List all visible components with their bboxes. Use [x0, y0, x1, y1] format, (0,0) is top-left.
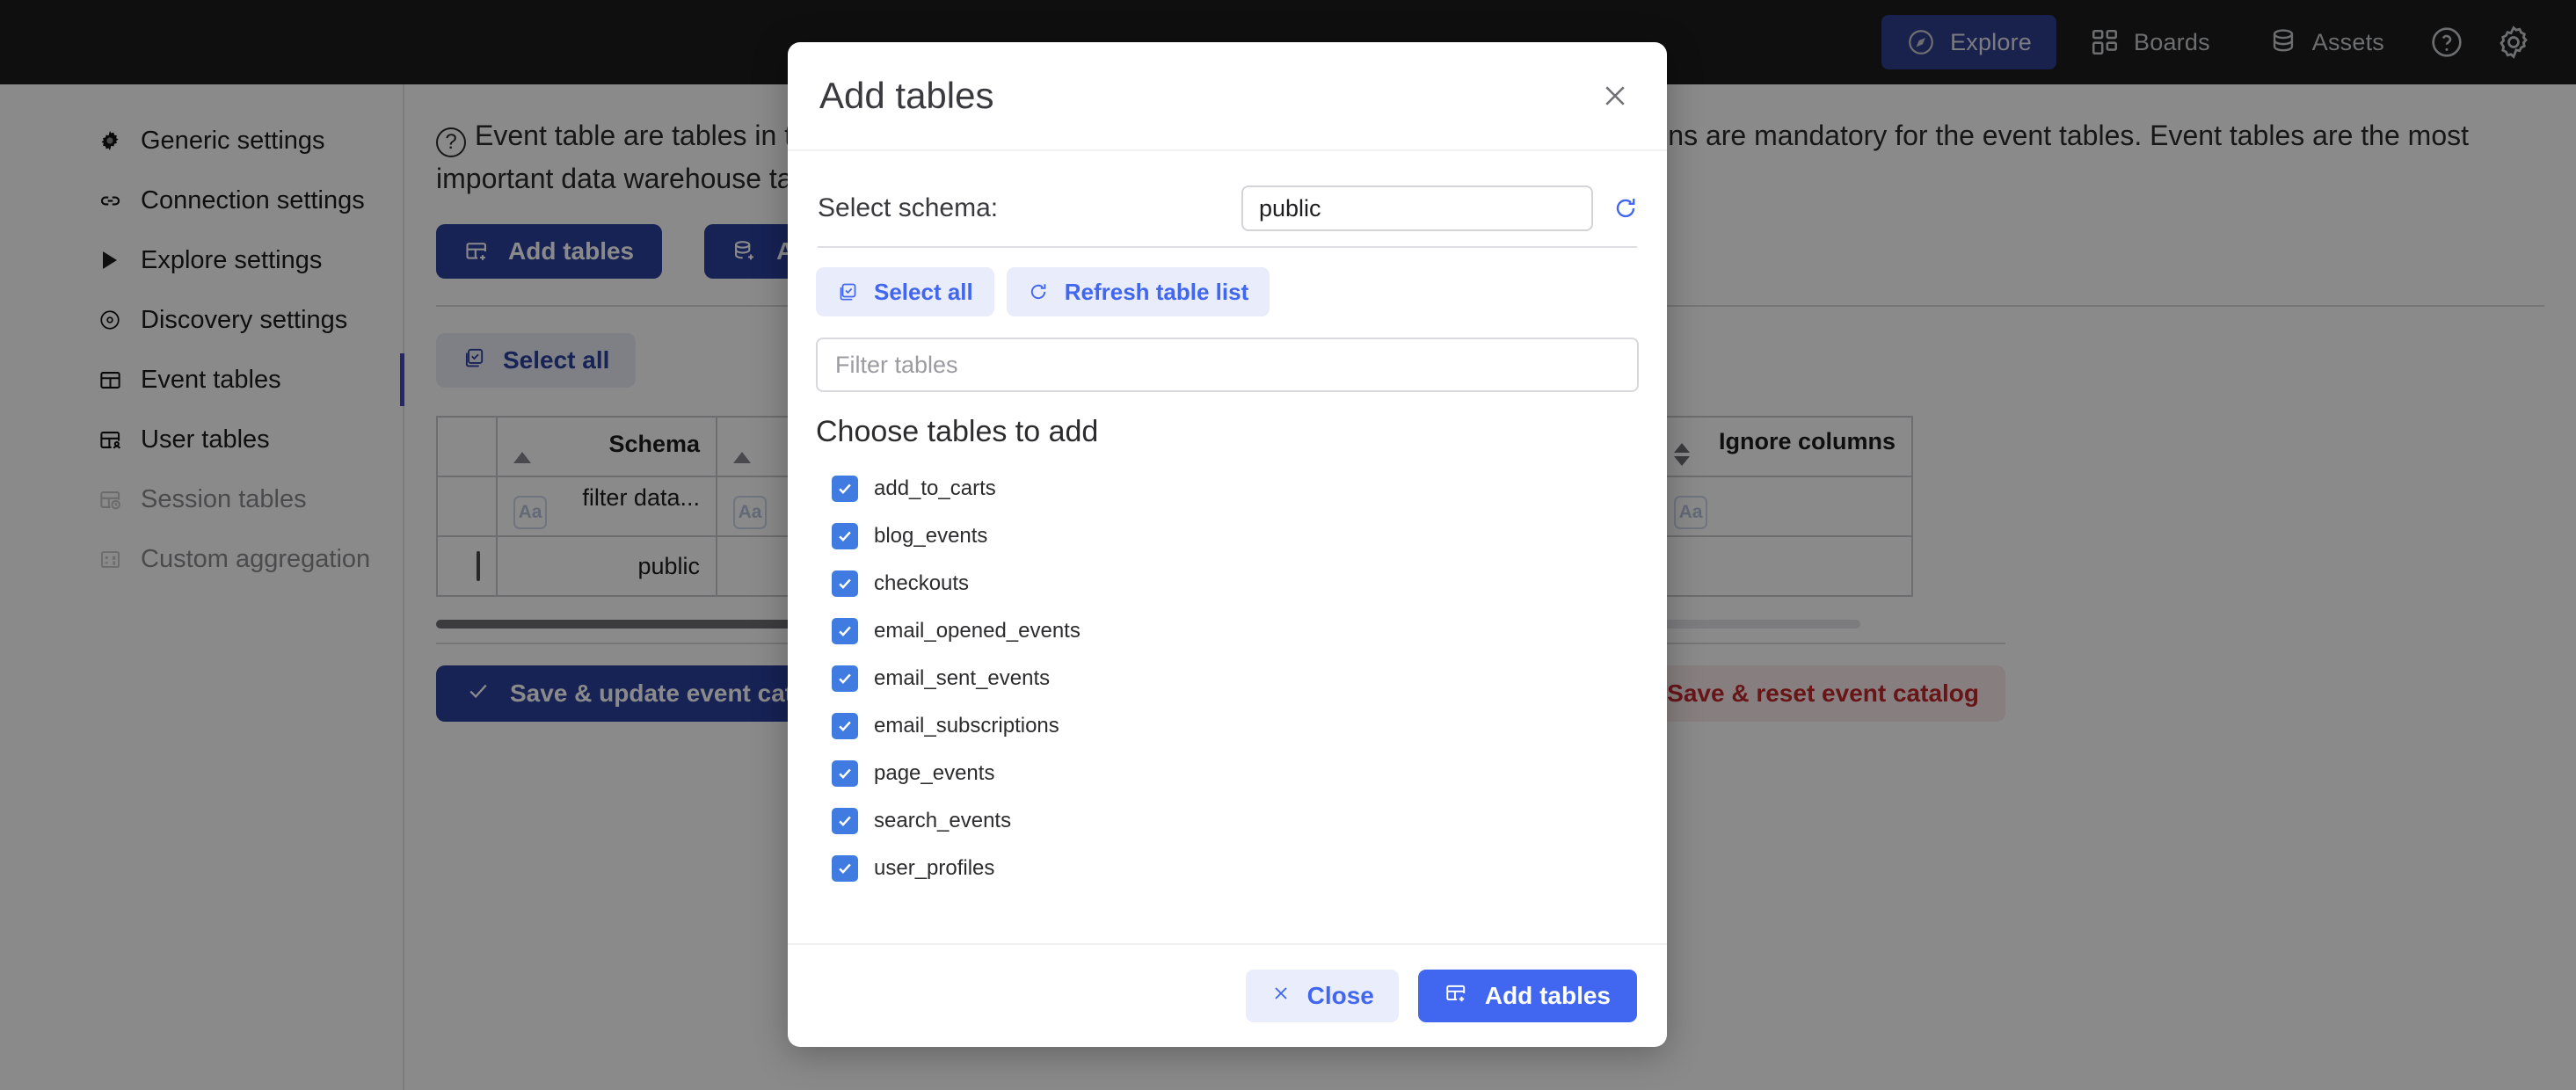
list-item[interactable]: blog_events: [832, 512, 1639, 560]
table-checkbox[interactable]: [832, 713, 858, 739]
refresh-table-list-button[interactable]: Refresh table list: [1006, 267, 1270, 316]
close-icon: [1270, 982, 1292, 1010]
table-plus-icon: [1444, 982, 1467, 1011]
list-item-label: email_sent_events: [874, 666, 1051, 690]
dialog-title: Add tables: [819, 75, 994, 116]
close-button-label: Close: [1306, 982, 1374, 1009]
list-item-label: checkouts: [874, 571, 970, 595]
close-icon[interactable]: [1595, 76, 1635, 116]
table-checkbox[interactable]: [832, 808, 858, 834]
schema-label: Select schema:: [818, 193, 999, 222]
schema-selector-row: Select schema:: [816, 176, 1639, 241]
dialog-select-all-button[interactable]: Select all: [816, 267, 994, 316]
refresh-schema-icon[interactable]: [1612, 195, 1639, 222]
schema-input[interactable]: [1241, 185, 1593, 231]
select-all-icon: [837, 281, 858, 302]
dialog-divider: [818, 246, 1637, 248]
list-item[interactable]: add_to_carts: [832, 465, 1639, 512]
dialog-button-row: Select all Refresh table list: [816, 267, 1639, 316]
table-checkbox[interactable]: [832, 570, 858, 597]
list-item-label: blog_events: [874, 524, 988, 548]
screen: Explore Boards Assets Generic settings C…: [0, 0, 2576, 1090]
table-checkbox[interactable]: [832, 476, 858, 502]
table-checkbox[interactable]: [832, 760, 858, 787]
refresh-table-list-label: Refresh table list: [1064, 278, 1249, 305]
list-item-label: email_subscriptions: [874, 714, 1059, 738]
list-item[interactable]: search_events: [832, 797, 1639, 845]
list-item-label: add_to_carts: [874, 476, 996, 500]
add-tables-dialog: Add tables Select schema: public Select …: [788, 42, 1667, 1047]
list-item[interactable]: email_sent_events: [832, 655, 1639, 702]
dialog-footer: Close Add tables: [788, 943, 1667, 1047]
table-checkbox-list: add_to_carts blog_events checkouts email…: [816, 465, 1639, 892]
choose-tables-heading: Choose tables to add: [816, 415, 1099, 448]
dialog-body: Select schema: public Select all Refresh…: [788, 151, 1667, 943]
dialog-header: Add tables: [788, 42, 1667, 151]
list-item-label: user_profiles: [874, 856, 995, 880]
list-item-label: page_events: [874, 761, 995, 785]
list-item[interactable]: email_opened_events: [832, 607, 1639, 655]
table-checkbox[interactable]: [832, 523, 858, 549]
list-item[interactable]: email_subscriptions: [832, 702, 1639, 750]
list-item-label: email_opened_events: [874, 619, 1081, 643]
dialog-add-tables-label: Add tables: [1484, 982, 1611, 1009]
list-item[interactable]: page_events: [832, 750, 1639, 797]
dialog-add-tables-button[interactable]: Add tables: [1417, 970, 1637, 1022]
refresh-icon: [1028, 281, 1049, 302]
dialog-select-all-label: Select all: [874, 278, 973, 305]
close-button[interactable]: Close: [1245, 970, 1399, 1022]
list-item-label: search_events: [874, 809, 1012, 832]
list-item[interactable]: user_profiles: [832, 845, 1639, 892]
list-item[interactable]: checkouts: [832, 560, 1639, 607]
table-checkbox[interactable]: [832, 855, 858, 882]
table-checkbox[interactable]: [832, 618, 858, 644]
table-checkbox[interactable]: [832, 665, 858, 692]
filter-tables-input[interactable]: [816, 338, 1639, 392]
schema-controls: [1241, 185, 1639, 231]
